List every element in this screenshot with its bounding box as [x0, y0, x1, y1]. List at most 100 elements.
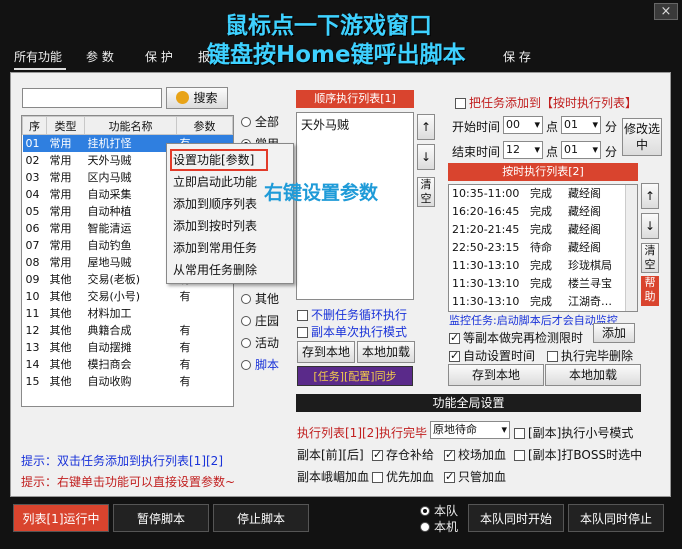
task-name: 藏经阁 [568, 205, 601, 218]
sequence-load-local-button[interactable]: 本地加载 [357, 341, 415, 363]
sequence-clear-button[interactable]: 清空 [417, 177, 435, 207]
timed-clear-button[interactable]: 清空 [641, 243, 659, 273]
start-minute-select[interactable]: 01 [561, 116, 601, 134]
tab-report[interactable]: 报 [198, 48, 210, 70]
menu-item-start-now[interactable]: 立即启动此功能 [173, 172, 257, 192]
opt-delete-done[interactable]: 执行完毕删除 [547, 347, 633, 364]
close-button[interactable]: × [654, 3, 678, 20]
opt-single-copy[interactable]: 副本单次执行模式 [297, 323, 407, 340]
task-name: 江湖奇… [568, 295, 612, 308]
menu-item-add-sequence[interactable]: 添加到顺序列表 [173, 194, 257, 214]
menu-item-remove-common[interactable]: 从常用任务删除 [173, 260, 257, 280]
list-item[interactable]: 11:30-13:10 完成 江湖奇… [449, 293, 637, 311]
list-item[interactable]: 11:30-13:10 完成 楼兰寻宝 [449, 275, 637, 293]
opt-boss-select[interactable]: [副本]打BOSS时选中 [514, 446, 642, 463]
timed-list[interactable]: 10:35-11:00 完成 藏经阁 16:20-16:45 完成 藏经阁 21:20-21… [448, 184, 638, 312]
opt-no-delete-loop[interactable]: 不删任务循环执行 [297, 306, 407, 323]
tab-params[interactable]: 参 数 [86, 48, 114, 70]
cell-index: 15 [25, 374, 40, 388]
start-time-label: 开始时间 [452, 120, 501, 134]
opt-wait-copy[interactable]: 等副本做完再检测限时 [449, 329, 583, 346]
cell-type: 常用 [49, 188, 72, 201]
list-item[interactable]: 11:30-13:10 完成 珍珑棋局 [449, 257, 637, 275]
table-row[interactable]: 14 其他 模扫商会 有 [23, 356, 233, 373]
modify-selected-button[interactable]: 修改选中 [622, 118, 662, 156]
stop-script-button[interactable]: 停止脚本 [213, 504, 309, 532]
cell-param: 有 [179, 324, 191, 337]
end-minute-select[interactable]: 01 [561, 141, 601, 159]
tab-protect[interactable]: 保 护 [145, 48, 173, 70]
copy-front-label: 副本[前][后] [297, 448, 364, 462]
table-row[interactable]: 10 其他 交易(小号) 有 [23, 288, 233, 305]
menu-item-set-params[interactable]: 设置功能[参数] [173, 150, 254, 170]
timed-list-scrollbar[interactable] [625, 185, 637, 311]
col-param[interactable]: 参数 [176, 116, 233, 135]
script-window: × 鼠标点一下游戏窗口 键盘按Home键呼出脚本 所有功能 参 数 保 护 报 … [0, 0, 682, 549]
status: 完成 [530, 187, 552, 200]
opt-school-add[interactable]: 校场加血 [444, 446, 506, 463]
table-row[interactable]: 15 其他 自动收购 有 [23, 373, 233, 390]
exec-done-select[interactable]: 原地待命 [430, 421, 510, 439]
pause-script-button[interactable]: 暂停脚本 [113, 504, 209, 532]
tab-save[interactable]: 保 存 [503, 48, 531, 70]
radio-selected-icon [420, 506, 430, 516]
cell-type: 其他 [49, 290, 72, 303]
timed-save-local-button[interactable]: 存到本地 [448, 364, 544, 386]
opt-copy-small[interactable]: [副本]执行小号模式 [514, 424, 633, 441]
radio-team[interactable]: 本队 [420, 502, 458, 519]
end-hour-select[interactable]: 12 [503, 141, 543, 159]
sequence-move-down-button[interactable]: ↓ [417, 144, 435, 170]
filter-activity[interactable]: 活动 [241, 334, 279, 351]
menu-item-add-timed[interactable]: 添加到按时列表 [173, 216, 257, 236]
filter-other[interactable]: 其他 [241, 290, 279, 307]
sequence-save-local-button[interactable]: 存到本地 [297, 341, 355, 363]
list-item[interactable]: 21:20-21:45 完成 藏经阁 [449, 221, 637, 239]
cell-type: 其他 [49, 358, 72, 371]
col-index[interactable]: 序 [22, 116, 47, 135]
list-item[interactable]: 22:50-23:15 待命 藏经阁 [449, 239, 637, 257]
list-item[interactable]: 16:20-16:45 完成 藏经阁 [449, 203, 637, 221]
opt-add-to-timed[interactable]: 把任务添加到【按时执行列表】 [455, 94, 637, 111]
filter-manor[interactable]: 庄园 [241, 312, 279, 329]
cell-name: 自动收购 [87, 375, 132, 388]
search-input[interactable] [22, 88, 162, 108]
checkbox-icon [372, 472, 383, 483]
opt-priority-add[interactable]: 优先加血 [372, 468, 434, 485]
list-item[interactable]: 10:35-11:00 完成 藏经阁 [449, 185, 637, 203]
cell-name: 挂机打怪 [84, 134, 177, 152]
list-running-button[interactable]: 列表[1]运行中 [13, 504, 109, 532]
filter-script[interactable]: 脚本 [241, 356, 279, 373]
cell-name: 交易(小号) [87, 290, 141, 303]
filter-all[interactable]: 全部 [241, 113, 279, 130]
tab-all-functions[interactable]: 所有功能 [14, 48, 66, 70]
opt-only-add[interactable]: 只管加血 [444, 468, 506, 485]
col-type[interactable]: 类型 [46, 116, 85, 135]
sync-button[interactable]: [任务][配置]同步 [297, 366, 413, 386]
cell-type: 常用 [49, 239, 72, 252]
timed-move-up-button[interactable]: ↑ [641, 183, 659, 209]
search-button-label: 搜索 [193, 91, 218, 105]
table-row[interactable]: 13 其他 自动摆摊 有 [23, 339, 233, 356]
help-button[interactable]: 帮助 [641, 276, 659, 306]
list-item[interactable]: 天外马贼 [297, 113, 413, 133]
opt-storage[interactable]: 存仓补给 [372, 446, 434, 463]
cell-type: 其他 [49, 273, 72, 286]
table-row[interactable]: 12 其他 典籍合成 有 [23, 322, 233, 339]
team-start-button[interactable]: 本队同时开始 [468, 504, 564, 532]
table-row[interactable]: 11 其他 材料加工 [23, 305, 233, 322]
col-name[interactable]: 功能名称 [84, 116, 177, 135]
checkbox-checked-icon [444, 470, 455, 483]
sequence-list[interactable]: 天外马贼 [296, 112, 414, 300]
timed-move-down-button[interactable]: ↓ [641, 213, 659, 239]
radio-machine[interactable]: 本机 [420, 518, 458, 535]
sequence-move-up-button[interactable]: ↑ [417, 114, 435, 140]
menu-item-add-common[interactable]: 添加到常用任务 [173, 238, 257, 258]
opt-auto-time[interactable]: 自动设置时间 [449, 347, 535, 364]
start-hour-select[interactable]: 00 [503, 116, 543, 134]
cell-name: 自动采集 [87, 188, 132, 201]
timed-load-local-button[interactable]: 本地加载 [545, 364, 641, 386]
time-range: 22:50-23:15 [452, 241, 520, 254]
team-stop-button[interactable]: 本队同时停止 [568, 504, 664, 532]
add-monitor-button[interactable]: 添加 [593, 323, 635, 343]
search-button[interactable]: 搜索 [166, 87, 228, 109]
